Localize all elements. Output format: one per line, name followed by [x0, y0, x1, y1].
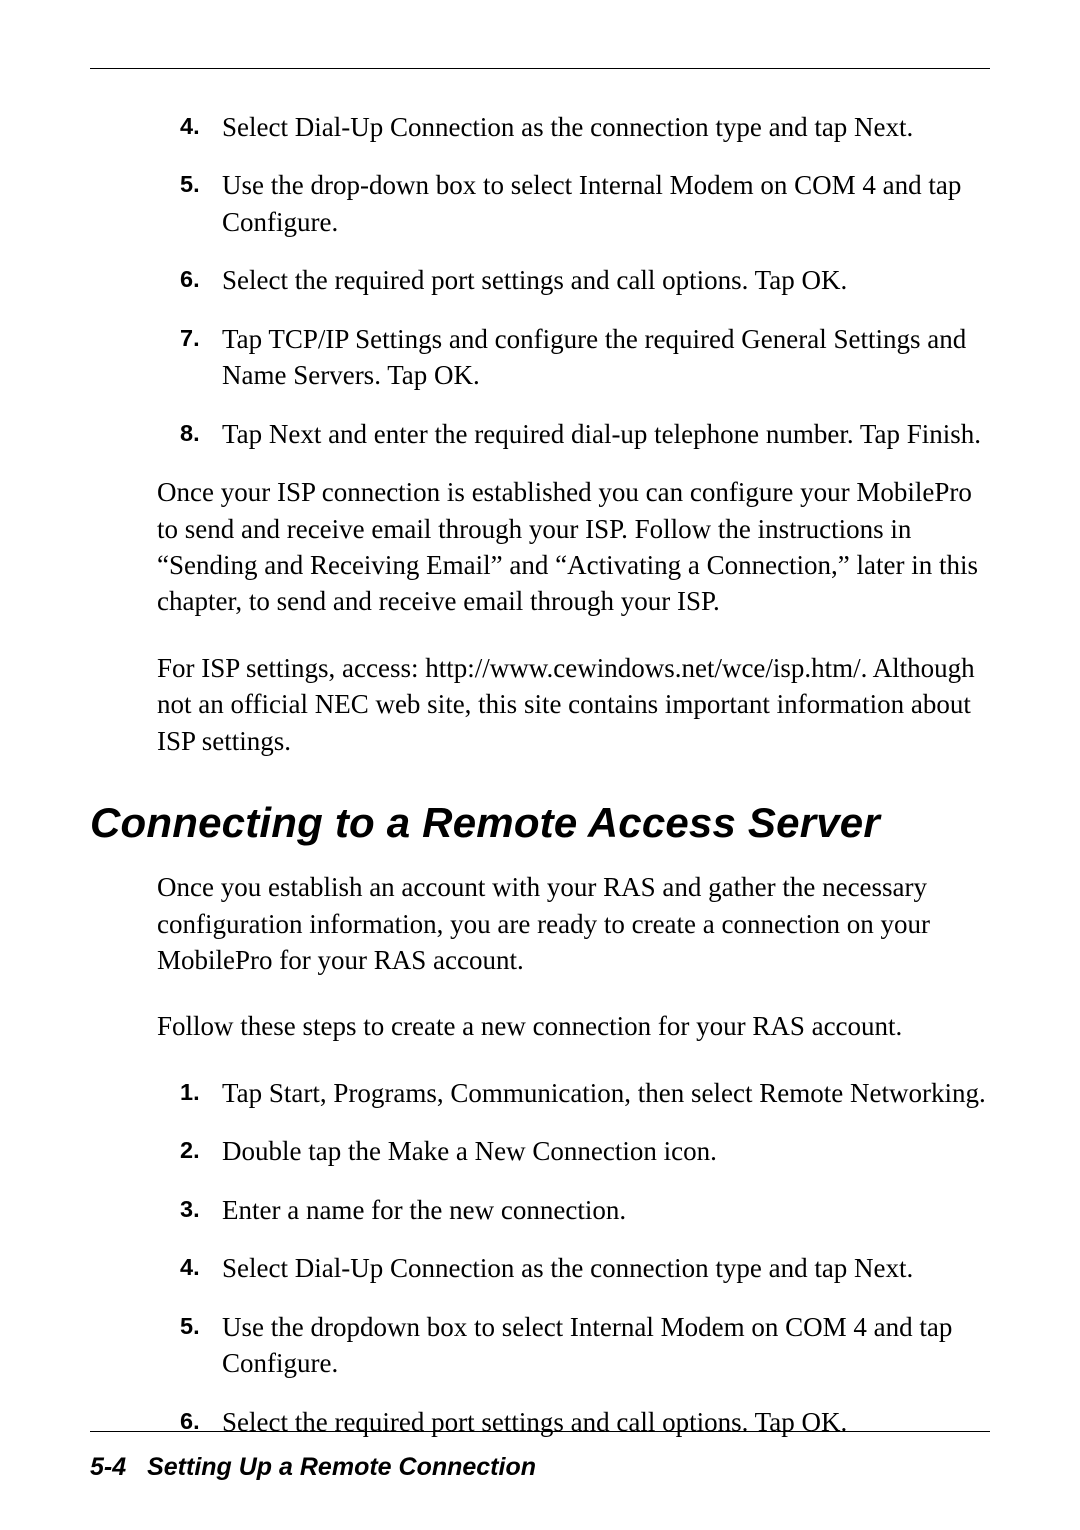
list-text: Use the dropdown box to select Internal … — [222, 1309, 990, 1382]
list-text: Tap Start, Programs, Communication, then… — [222, 1075, 990, 1111]
page-container: 4. Select Dial-Up Connection as the conn… — [0, 0, 1080, 1512]
list-number: 1. — [180, 1075, 222, 1109]
list-number: 4. — [180, 1250, 222, 1284]
list-text: Select the required port settings and ca… — [222, 1404, 990, 1440]
list-text: Tap Next and enter the required dial-up … — [222, 416, 990, 452]
page-number: 5-4 — [90, 1453, 126, 1481]
list-item: 7. Tap TCP/IP Settings and configure the… — [180, 321, 990, 394]
list-item: 4. Select Dial-Up Connection as the conn… — [180, 1250, 990, 1286]
list-item: 6. Select the required port settings and… — [180, 262, 990, 298]
list-item: 8. Tap Next and enter the required dial-… — [180, 416, 990, 452]
bottom-rule — [90, 1431, 990, 1432]
list-text: Enter a name for the new connection. — [222, 1192, 990, 1228]
list-number: 8. — [180, 416, 222, 450]
page-footer: 5-4 Setting Up a Remote Connection — [90, 1453, 536, 1482]
list-number: 7. — [180, 321, 222, 355]
paragraph: Follow these steps to create a new conne… — [157, 1008, 990, 1044]
list-text: Double tap the Make a New Connection ico… — [222, 1133, 990, 1169]
list-text: Select the required port settings and ca… — [222, 262, 990, 298]
paragraph: Once your ISP connection is established … — [157, 474, 990, 620]
list-number: 6. — [180, 262, 222, 296]
list-item: 6. Select the required port settings and… — [180, 1404, 990, 1440]
list-item: 4. Select Dial-Up Connection as the conn… — [180, 109, 990, 145]
list-text: Use the drop-down box to select Internal… — [222, 167, 990, 240]
list-number: 6. — [180, 1404, 222, 1438]
ordered-list-a: 4. Select Dial-Up Connection as the conn… — [180, 109, 990, 452]
list-item: 5. Use the dropdown box to select Intern… — [180, 1309, 990, 1382]
list-item: 5. Use the drop-down box to select Inter… — [180, 167, 990, 240]
list-text: Select Dial-Up Connection as the connect… — [222, 1250, 990, 1286]
paragraph: For ISP settings, access: http://www.cew… — [157, 650, 990, 759]
list-text: Tap TCP/IP Settings and configure the re… — [222, 321, 990, 394]
paragraph: Once you establish an account with your … — [157, 869, 990, 978]
footer-title: Setting Up a Remote Connection — [147, 1453, 536, 1481]
list-text: Select Dial-Up Connection as the connect… — [222, 109, 990, 145]
list-number: 2. — [180, 1133, 222, 1167]
list-number: 5. — [180, 1309, 222, 1343]
list-item: 2. Double tap the Make a New Connection … — [180, 1133, 990, 1169]
top-rule — [90, 68, 990, 69]
list-number: 4. — [180, 109, 222, 143]
section-heading: Connecting to a Remote Access Server — [90, 799, 990, 847]
list-item: 3. Enter a name for the new connection. — [180, 1192, 990, 1228]
list-number: 3. — [180, 1192, 222, 1226]
list-item: 1. Tap Start, Programs, Communication, t… — [180, 1075, 990, 1111]
list-number: 5. — [180, 167, 222, 201]
ordered-list-b: 1. Tap Start, Programs, Communication, t… — [180, 1075, 990, 1440]
